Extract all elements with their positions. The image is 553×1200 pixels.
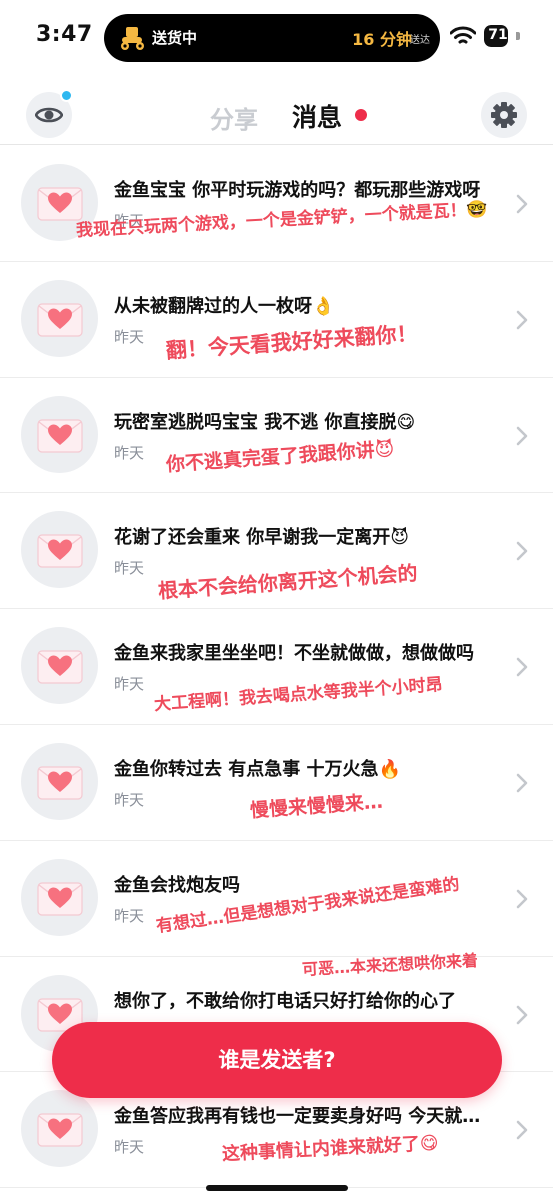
- message-time: 昨天: [114, 327, 145, 346]
- battery-percent: 71: [488, 27, 508, 43]
- status-time: 3:47: [36, 22, 93, 47]
- chevron-right-icon: [516, 426, 528, 445]
- avatar: [21, 858, 98, 936]
- chevron-right-icon: [516, 542, 528, 561]
- delivery-eta-suffix: 送达: [410, 35, 430, 46]
- delivery-eta: 16 分钟: [352, 30, 412, 49]
- message-time: 昨天: [114, 790, 145, 809]
- avatar: [21, 395, 98, 473]
- message-row[interactable]: 玩密室逃脱吗宝宝 我不逃 你直接脱😋 昨天: [0, 378, 553, 494]
- gear-icon: [491, 102, 517, 128]
- chevron-right-icon: [516, 194, 528, 214]
- avatar: [21, 1090, 98, 1168]
- love-letter-icon: [37, 418, 83, 453]
- tab-messages[interactable]: 消息: [292, 98, 342, 134]
- battery-indicator: 71: [484, 25, 518, 47]
- message-text: 金鱼你转过去 有点急事 十万火急🔥: [114, 758, 401, 780]
- notification-dot: [60, 89, 73, 102]
- love-letter-icon: [37, 882, 83, 916]
- header-divider: [0, 144, 553, 145]
- love-letter-icon: [37, 650, 83, 684]
- chevron-right-icon: [516, 310, 528, 330]
- wifi-icon: [450, 26, 476, 44]
- chevron-right-icon: [516, 889, 528, 909]
- message-row[interactable]: 从未被翻牌过的人一枚呀👌 昨天: [0, 262, 553, 378]
- message-time: 昨天: [114, 559, 145, 578]
- message-time: 昨天: [114, 443, 145, 462]
- tab-share[interactable]: 分享: [210, 100, 258, 135]
- avatar: [21, 627, 98, 705]
- unread-dot: [355, 109, 367, 121]
- battery-tip: [516, 32, 520, 40]
- message-time: 昨天: [114, 675, 145, 694]
- love-letter-icon: [37, 534, 83, 568]
- eye-icon: [35, 107, 63, 123]
- status-bar: 3:47 送货中 16 分钟 送达 71: [0, 0, 553, 76]
- settings-button[interactable]: [481, 92, 527, 138]
- chevron-right-icon: [516, 773, 528, 793]
- message-text: 玩密室逃脱吗宝宝 我不逃 你直接脱😋: [114, 411, 416, 433]
- message-row[interactable]: 金鱼来我家里坐坐吧！不坐就做做，想做做吗 昨天: [0, 609, 553, 725]
- delivery-scooter-icon: [121, 27, 144, 50]
- chevron-right-icon: [516, 657, 528, 677]
- who-is-sender-button[interactable]: 谁是发送者?: [52, 1022, 502, 1098]
- message-text: 金鱼答应我再有钱也一定要卖身好吗 今天就卖给我: [114, 1106, 494, 1128]
- avatar: [21, 511, 98, 589]
- chevron-right-icon: [516, 1121, 528, 1140]
- message-row[interactable]: 金鱼你转过去 有点急事 十万火急🔥 昨天: [0, 725, 553, 841]
- message-time: 昨天: [114, 906, 145, 925]
- love-letter-icon: [37, 766, 83, 800]
- message-text: 金鱼来我家里坐坐吧！不坐就做做，想做做吗: [114, 643, 474, 665]
- message-text: 从未被翻牌过的人一枚呀👌: [114, 295, 335, 317]
- love-letter-icon: [37, 303, 83, 337]
- chevron-right-icon: [516, 1005, 528, 1024]
- avatar: [21, 742, 98, 820]
- message-text: 想你了，不敢给你打电话只好打给你的心了: [114, 990, 456, 1012]
- message-time: 昨天: [114, 1138, 145, 1157]
- top-header: 分享 消息: [0, 86, 553, 144]
- message-text: 花谢了还会重来 你早谢我一定离开😈: [114, 527, 410, 549]
- delivery-status-label: 送货中: [152, 29, 198, 47]
- home-indicator: [206, 1185, 348, 1191]
- avatar: [21, 279, 98, 357]
- dynamic-island-delivery[interactable]: 送货中 16 分钟 送达: [104, 14, 440, 62]
- love-letter-icon: [37, 1113, 83, 1147]
